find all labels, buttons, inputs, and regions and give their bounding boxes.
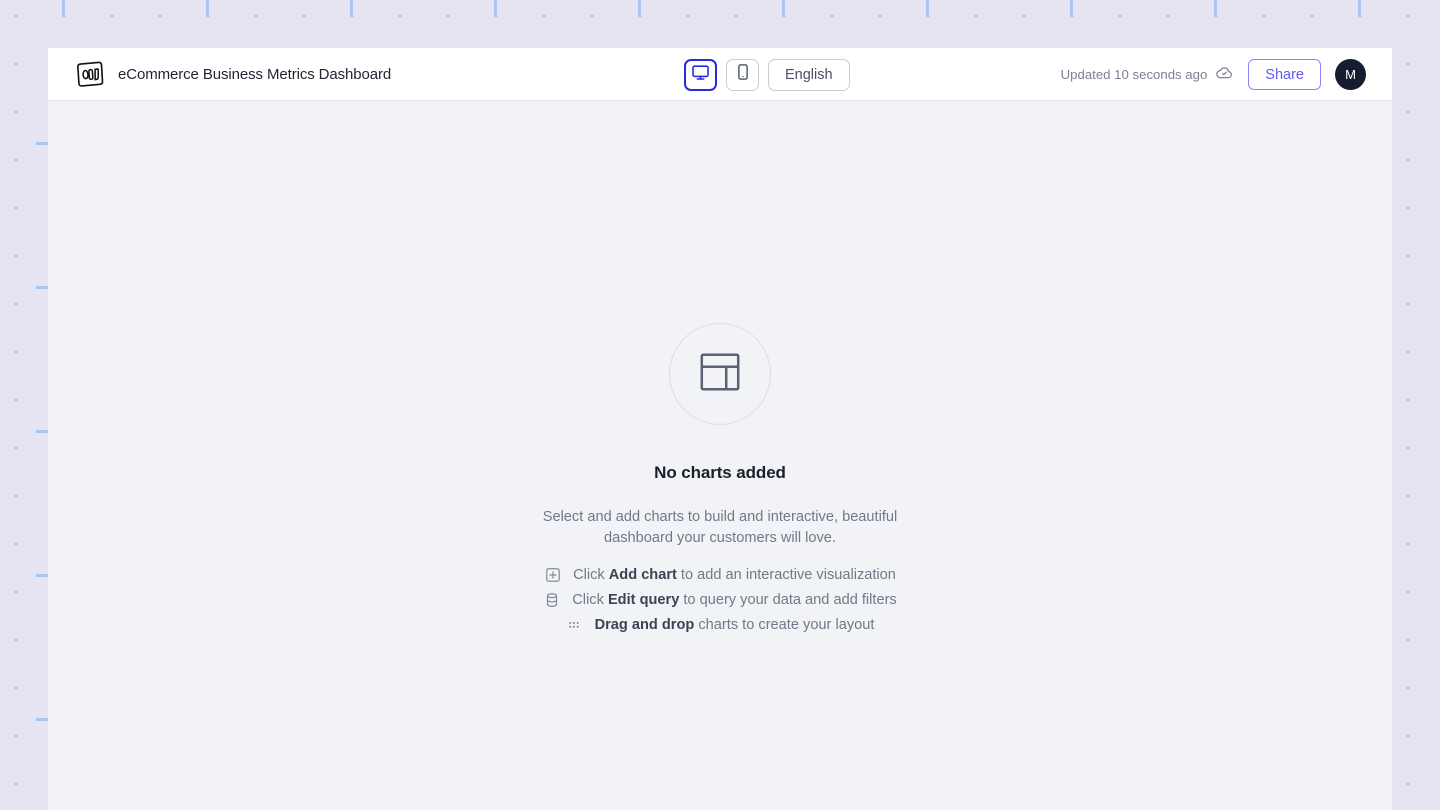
- desktop-view-button[interactable]: [684, 58, 717, 91]
- hint-suffix: charts to create your layout: [694, 616, 875, 633]
- ruler-tick-top: [350, 0, 353, 16]
- empty-state-subtitle: Select and add charts to build and inter…: [542, 509, 898, 546]
- cloud-check-icon: [1215, 63, 1234, 87]
- empty-state-title: No charts added: [654, 463, 786, 482]
- ruler-tick-top: [206, 0, 209, 16]
- ruler-tick-top: [782, 0, 785, 16]
- hint-prefix: Click: [573, 566, 609, 583]
- hint-text: Click Add chart to add an interactive vi…: [573, 567, 896, 583]
- empty-state-hints: Click Add chart to add an interactive vi…: [543, 566, 897, 633]
- share-label: Share: [1265, 66, 1304, 83]
- hint-row-edit-query: Click Edit query to query your data and …: [543, 591, 897, 608]
- dashboard-canvas: No charts added Select and add charts to…: [48, 101, 1392, 810]
- database-icon: [543, 591, 560, 608]
- hint-bold: Edit query: [607, 591, 680, 608]
- hint-suffix: to query your data and add filters: [679, 591, 897, 608]
- desktop-monitor-icon: [691, 63, 710, 87]
- hint-bold: Drag and drop: [594, 616, 695, 633]
- hint-text: Drag and drop charts to create your layo…: [595, 617, 875, 633]
- header-right-cluster: Updated 10 seconds ago Share M: [1061, 48, 1366, 101]
- hint-row-drag-drop: Drag and drop charts to create your layo…: [566, 616, 875, 633]
- page-title: eCommerce Business Metrics Dashboard: [118, 65, 392, 83]
- plus-square-icon: [544, 566, 561, 583]
- hint-bold: Add chart: [608, 566, 677, 583]
- drag-handle-icon: [566, 616, 583, 633]
- hint-row-add-chart: Click Add chart to add an interactive vi…: [544, 566, 896, 583]
- empty-state: No charts added Select and add charts to…: [48, 323, 1392, 633]
- language-label: English: [785, 66, 833, 83]
- ruler-tick-top: [1358, 0, 1361, 16]
- dashboard-app-window: eCommerce Business Metrics Dashboard Eng…: [48, 48, 1392, 810]
- language-select-button[interactable]: English: [768, 58, 850, 91]
- dotted-grid-backdrop: eCommerce Business Metrics Dashboard Eng…: [0, 0, 1440, 810]
- sync-status: Updated 10 seconds ago: [1061, 63, 1235, 87]
- brand: eCommerce Business Metrics Dashboard: [48, 59, 391, 90]
- avatar-initial: M: [1345, 67, 1356, 82]
- ruler-tick-top: [926, 0, 929, 16]
- app-header: eCommerce Business Metrics Dashboard Eng…: [48, 48, 1392, 101]
- ruler-tick-top: [1214, 0, 1217, 16]
- hint-text: Click Edit query to query your data and …: [572, 592, 896, 608]
- ruler-tick-top: [1070, 0, 1073, 16]
- hint-suffix: to add an interactive visualization: [676, 566, 896, 583]
- updated-timestamp: Updated 10 seconds ago: [1060, 67, 1208, 82]
- mobile-view-button[interactable]: [726, 58, 759, 91]
- ruler-tick-top: [494, 0, 497, 16]
- mobile-phone-icon: [734, 63, 752, 86]
- dashboard-layout-icon: [697, 349, 743, 400]
- view-mode-toggle: English: [684, 48, 850, 101]
- hint-prefix: Click: [572, 591, 608, 608]
- empty-state-icon-circle: [669, 323, 771, 425]
- ruler-tick-top: [62, 0, 65, 16]
- avatar[interactable]: M: [1335, 59, 1366, 90]
- bar-chart-logo-icon: [74, 59, 105, 90]
- share-button[interactable]: Share: [1248, 59, 1321, 90]
- ruler-tick-top: [638, 0, 641, 16]
